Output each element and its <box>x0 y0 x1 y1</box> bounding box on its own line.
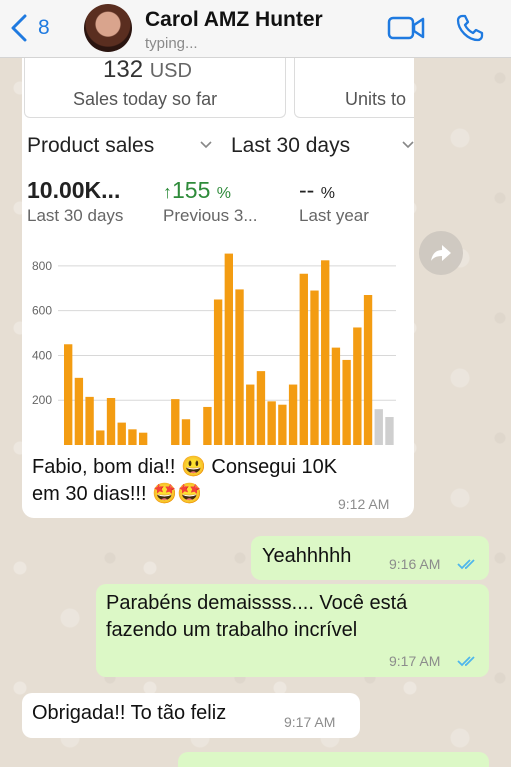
chart-bar <box>374 409 383 445</box>
message-text: Fabio, bom dia!! 😃 Consegui 10K em 30 di… <box>32 456 338 505</box>
chart-bar <box>342 359 351 445</box>
chart-bar <box>310 290 319 445</box>
y-tick-label: 200 <box>32 393 52 407</box>
chat-header: 8 Carol AMZ Hunter typing... <box>0 0 511 58</box>
contact-name[interactable]: Carol AMZ Hunter <box>145 8 323 32</box>
sales-bar-chart: 800 600 400 200 <box>32 253 396 445</box>
stat-total-value: 10.00K... <box>27 177 121 203</box>
units-card: Units to <box>294 58 414 118</box>
stat-growth: ↑155 % <box>163 177 231 204</box>
chart-bar <box>353 327 362 445</box>
avatar[interactable] <box>84 4 132 52</box>
message-time: 9:17 AM <box>389 653 441 669</box>
chart-bar <box>85 396 94 445</box>
chart-bar <box>363 295 373 445</box>
chart-bar <box>96 430 105 445</box>
chart-bar <box>331 347 341 445</box>
chart-bar <box>224 253 233 445</box>
sales-amount: 132 <box>103 58 144 83</box>
outgoing-message[interactable]: Yeahhhhh 9:16 AM <box>251 536 489 580</box>
forward-icon <box>431 245 451 261</box>
sales-today-card: 132 USD Sales today so far <box>24 58 286 118</box>
read-receipt-icon <box>457 559 475 570</box>
sales-currency: USD <box>149 60 192 82</box>
chart-bar <box>106 397 116 445</box>
message-text: Obrigada!! To tão feliz <box>32 702 227 724</box>
arrow-up-icon: ↑ <box>163 182 172 202</box>
read-receipt-icon <box>457 656 475 667</box>
phone-call-icon[interactable] <box>455 13 485 43</box>
chart-bar <box>213 299 223 445</box>
chart-bar <box>288 384 298 445</box>
chart-bar <box>117 422 126 445</box>
message-time: 9:16 AM <box>389 556 441 572</box>
chart-bar <box>299 273 308 445</box>
chart-bar <box>128 429 137 445</box>
chart-bar <box>246 384 255 445</box>
range-select: Last 30 days <box>231 134 351 157</box>
outgoing-message-partial[interactable] <box>178 752 489 767</box>
stat-total-label: Last 30 days <box>27 206 124 225</box>
y-tick-label: 600 <box>32 304 52 318</box>
chart-bar <box>181 419 191 445</box>
chart-bar <box>171 399 180 445</box>
incoming-message[interactable]: Obrigada!! To tão feliz 9:17 AM <box>22 693 360 738</box>
stat-last-year-label: Last year <box>299 206 369 225</box>
forward-button[interactable] <box>419 231 463 275</box>
chart-bar <box>256 371 266 445</box>
stat-growth-value: 155 <box>172 177 211 203</box>
unread-count: 8 <box>38 16 50 39</box>
video-call-icon[interactable] <box>387 14 425 42</box>
metric-select: Product sales <box>27 134 155 157</box>
chevron-left-icon <box>11 14 27 42</box>
stat-last-year-unit: % <box>320 185 335 202</box>
chart-bar <box>321 260 330 445</box>
sales-screenshot-image[interactable]: 132 USD Sales today so far Units to Prod… <box>22 58 414 446</box>
sales-caption: Sales today so far <box>73 89 218 109</box>
message-text: Parabéns demaissss.... Você está fazendo… <box>106 592 408 641</box>
chart-bar <box>235 289 244 445</box>
stat-growth-unit: % <box>216 185 231 202</box>
stat-growth-label: Previous 3... <box>163 206 258 225</box>
stat-last-year-value: -- <box>299 177 315 203</box>
contact-status: typing... <box>145 35 198 52</box>
y-tick-label: 800 <box>32 259 52 273</box>
y-tick-label: 400 <box>32 348 52 362</box>
chart-bar <box>64 344 73 445</box>
incoming-image-message[interactable]: 132 USD Sales today so far Units to Prod… <box>22 58 414 518</box>
chevron-down-icon <box>402 141 414 149</box>
message-time: 9:12 AM <box>338 496 390 512</box>
outgoing-message[interactable]: Parabéns demaissss.... Você está fazendo… <box>96 584 489 677</box>
chevron-down-icon <box>200 141 212 149</box>
chart-bar <box>278 404 287 445</box>
back-button[interactable]: 8 <box>10 14 50 42</box>
chart-bar <box>203 406 212 445</box>
message-text: Yeahhhhh <box>262 545 352 567</box>
chart-bar <box>267 401 276 445</box>
units-caption: Units to <box>345 89 407 109</box>
chart-bar <box>138 432 148 445</box>
stat-last-year: -- % <box>299 177 335 204</box>
message-time: 9:17 AM <box>284 714 336 730</box>
chart-bar <box>385 417 394 445</box>
chart-bar <box>74 377 84 445</box>
